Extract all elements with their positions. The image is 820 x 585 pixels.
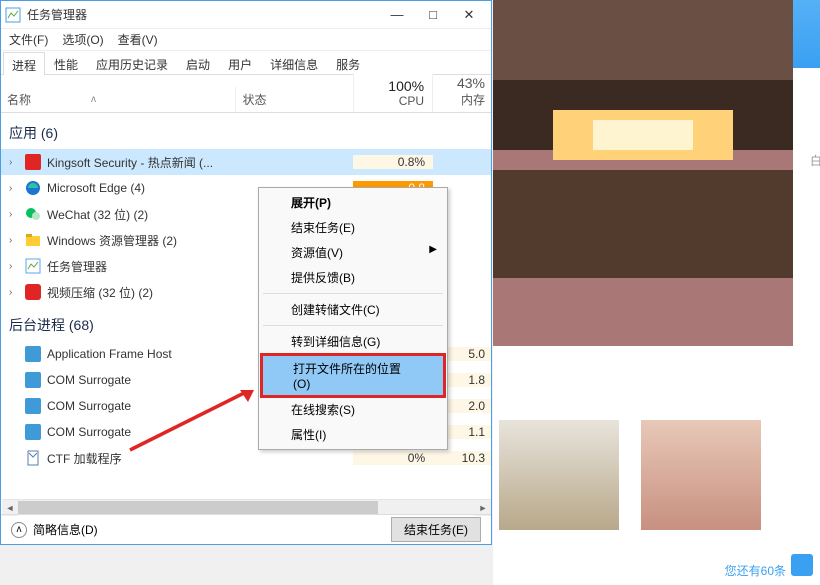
maximize-button[interactable]: □: [415, 2, 451, 28]
close-button[interactable]: ✕: [451, 2, 487, 28]
tab-app-history[interactable]: 应用历史记录: [87, 51, 177, 74]
col-status[interactable]: 状态: [235, 87, 353, 112]
background-window: 您还有60条: [493, 0, 820, 585]
app-icon: [25, 284, 41, 300]
bg-status: 您还有60条: [725, 562, 786, 579]
expand-icon[interactable]: ›: [9, 157, 19, 168]
col-cpu[interactable]: 100% CPU: [353, 74, 433, 112]
tabbar: 进程 性能 应用历史记录 启动 用户 详细信息 服务: [1, 51, 491, 75]
app-icon: [5, 7, 21, 23]
ctx-expand[interactable]: 展开(P): [261, 190, 445, 215]
tab-users[interactable]: 用户: [219, 51, 261, 74]
footer: ʌ 简略信息(D) 结束任务(E): [1, 514, 491, 544]
menu-options[interactable]: 选项(O): [60, 31, 105, 48]
expand-icon[interactable]: ›: [9, 261, 19, 272]
tab-processes[interactable]: 进程: [3, 52, 45, 75]
tab-performance[interactable]: 性能: [45, 51, 87, 74]
scrollbar-horizontal[interactable]: ◄ ►: [2, 499, 491, 515]
wechat-icon: [25, 206, 41, 222]
ctx-feedback[interactable]: 提供反馈(B): [261, 265, 445, 290]
ctx-resource-values[interactable]: 资源值(V)▶: [261, 240, 445, 265]
generic-icon: [25, 398, 41, 414]
taskmgr-icon: [25, 258, 41, 274]
tab-startup[interactable]: 启动: [177, 51, 219, 74]
ctx-goto-details[interactable]: 转到详细信息(G): [261, 329, 445, 354]
generic-icon: [25, 424, 41, 440]
generic-icon: [25, 372, 41, 388]
chevron-right-icon: ▶: [429, 244, 437, 255]
app-icon: [25, 154, 41, 170]
ctx-properties[interactable]: 属性(I): [261, 422, 445, 447]
expand-icon[interactable]: ›: [9, 287, 19, 298]
menu-view[interactable]: 查看(V): [116, 31, 160, 48]
end-task-button[interactable]: 结束任务(E): [391, 517, 481, 542]
ctf-icon: [25, 450, 41, 466]
menubar: 文件(F) 选项(O) 查看(V): [1, 29, 491, 51]
bg-main-image: [493, 68, 793, 346]
bg-thumb-row: [499, 420, 761, 530]
ctx-search-online[interactable]: 在线搜索(S): [261, 397, 445, 422]
tab-details[interactable]: 详细信息: [261, 51, 327, 74]
sort-indicator-icon: ʌ: [91, 94, 96, 105]
menu-file[interactable]: 文件(F): [7, 31, 50, 48]
col-name[interactable]: 名称 ʌ: [1, 87, 235, 112]
expand-icon[interactable]: ›: [9, 209, 19, 220]
expand-icon[interactable]: ›: [9, 235, 19, 246]
ctx-open-file-location[interactable]: 打开文件所在的位置(O): [261, 354, 445, 397]
ctx-create-dump[interactable]: 创建转储文件(C): [261, 297, 445, 322]
separator: [263, 293, 443, 294]
col-memory[interactable]: 43% 内存: [433, 71, 491, 112]
edge-icon: [25, 180, 41, 196]
ctx-end-task[interactable]: 结束任务(E): [261, 215, 445, 240]
bg-thumb: [499, 420, 619, 530]
brief-info[interactable]: 简略信息(D): [33, 521, 98, 538]
bg-thumb: [641, 420, 761, 530]
expand-icon[interactable]: ›: [9, 183, 19, 194]
separator: [263, 325, 443, 326]
minimize-button[interactable]: —: [379, 2, 415, 28]
process-row[interactable]: ›Kingsoft Security - 热点新闻 (... 0.8%: [1, 149, 491, 175]
explorer-icon: [25, 232, 41, 248]
tab-services[interactable]: 服务: [327, 51, 369, 74]
context-menu: 展开(P) 结束任务(E) 资源值(V)▶ 提供反馈(B) 创建转储文件(C) …: [258, 187, 448, 450]
window-title: 任务管理器: [27, 6, 379, 23]
chevron-up-icon[interactable]: ʌ: [11, 522, 27, 538]
titlebar[interactable]: 任务管理器 — □ ✕: [1, 1, 491, 29]
generic-icon: [25, 346, 41, 362]
scroll-thumb[interactable]: [18, 501, 378, 515]
column-headers: 名称 ʌ 状态 100% CPU 43% 内存: [1, 75, 491, 113]
group-apps-title: 应用 (6): [1, 113, 491, 149]
